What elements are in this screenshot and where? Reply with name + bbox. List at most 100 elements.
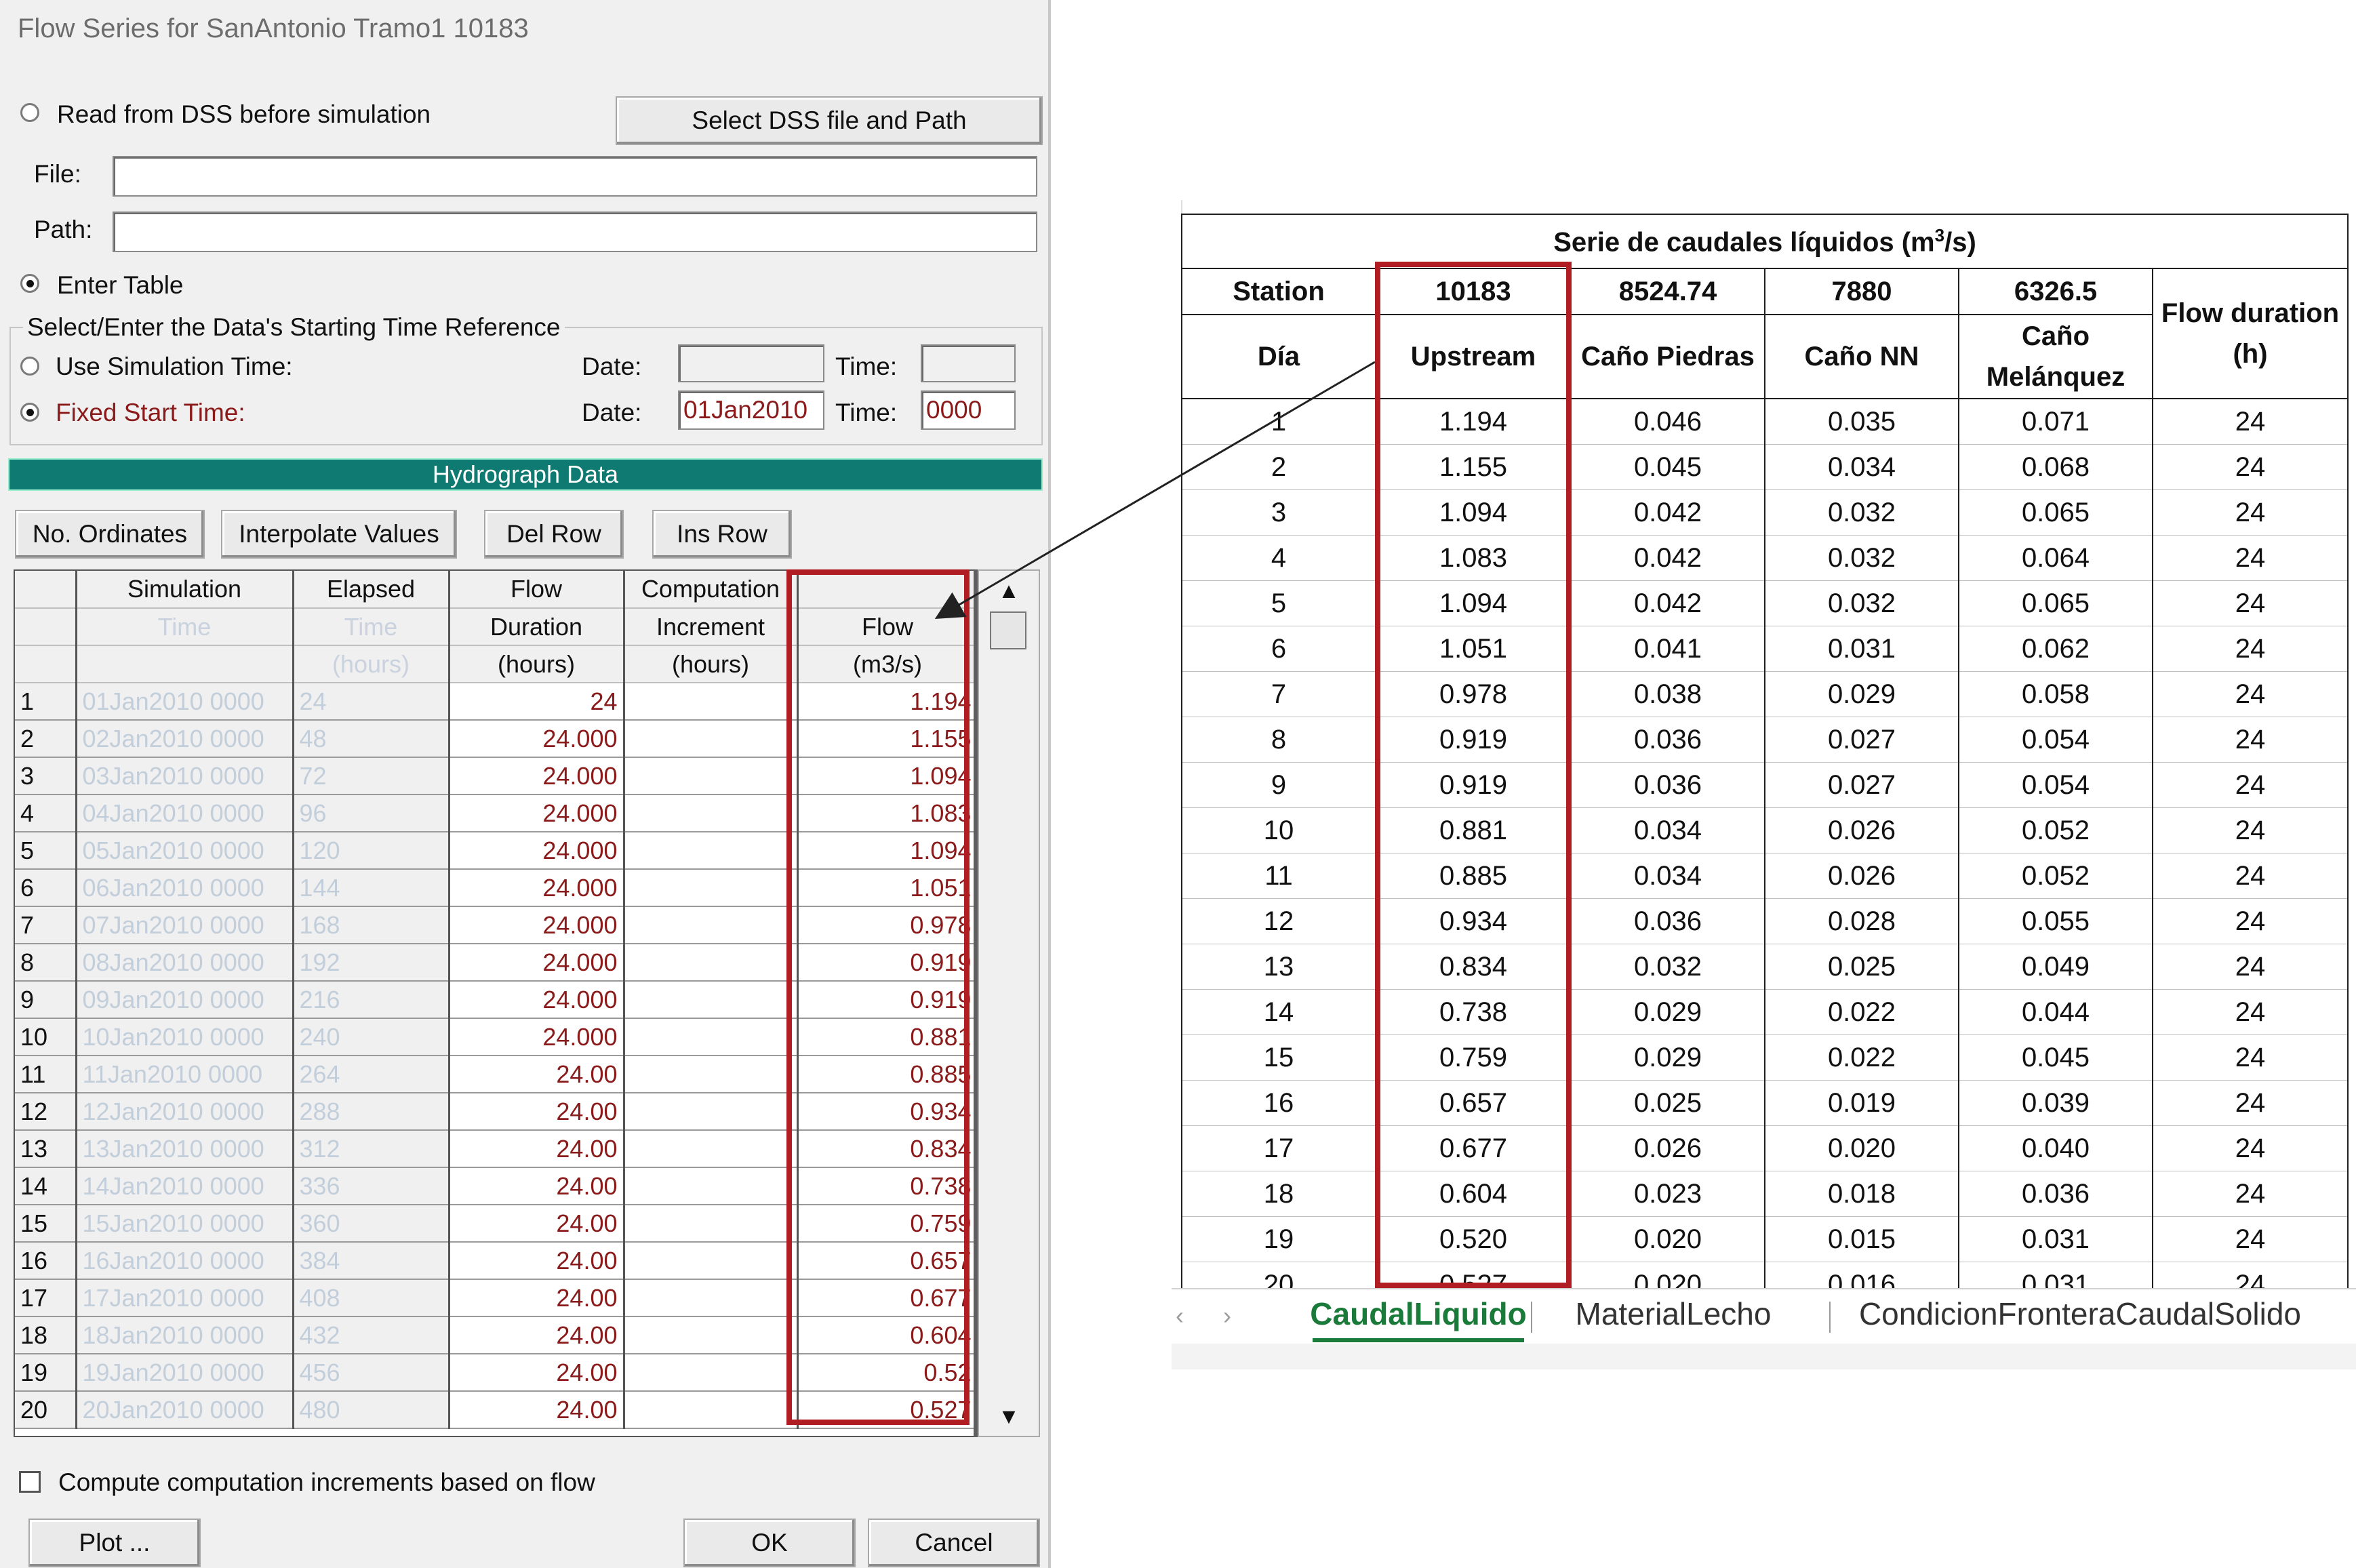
grid-cell-dur[interactable]: 24.000 xyxy=(449,906,625,944)
grid-cell-dur[interactable]: 24.00 xyxy=(449,1391,625,1429)
table-row[interactable]: 15 0.759 0.029 0.022 0.045 24 xyxy=(1181,1034,2349,1081)
station-cell[interactable]: 6326.5 xyxy=(1958,268,2153,315)
table-row[interactable]: 16 16Jan2010 0000 384 24.00 0.657 xyxy=(15,1242,975,1280)
grid-cell-flow[interactable]: 0.657 xyxy=(797,1242,975,1280)
grid-cell-dur[interactable]: 24.000 xyxy=(449,869,625,907)
grid-cell-flow[interactable]: 1.194 xyxy=(797,683,975,721)
value-cell[interactable]: 0.604 xyxy=(1375,1171,1572,1217)
ok-button[interactable]: OK xyxy=(683,1519,856,1567)
value-cell[interactable]: 0.055 xyxy=(1958,898,2153,944)
grid-cell-inc[interactable] xyxy=(624,1018,799,1056)
day-cell[interactable]: 15 xyxy=(1181,1034,1376,1081)
table-row[interactable]: 3 03Jan2010 0000 72 24.000 1.094 xyxy=(15,757,975,795)
value-cell[interactable]: 0.022 xyxy=(1764,989,1959,1035)
table-row[interactable]: 6 1.051 0.041 0.031 0.062 24 xyxy=(1181,626,2349,672)
value-cell[interactable]: 1.083 xyxy=(1375,535,1572,581)
value-cell[interactable]: 0.025 xyxy=(1570,1080,1765,1126)
value-cell[interactable]: 0.034 xyxy=(1570,853,1765,899)
table-row[interactable]: 18 0.604 0.023 0.018 0.036 24 xyxy=(1181,1171,2349,1217)
value-cell[interactable]: 0.520 xyxy=(1375,1216,1572,1262)
grid-cell-flow[interactable]: 1.094 xyxy=(797,832,975,870)
value-cell[interactable]: 0.044 xyxy=(1958,989,2153,1035)
value-cell[interactable]: 0.919 xyxy=(1375,717,1572,763)
day-cell[interactable]: 6 xyxy=(1181,626,1376,672)
value-cell[interactable]: 0.036 xyxy=(1570,898,1765,944)
value-cell[interactable]: 0.052 xyxy=(1958,853,2153,899)
fixed-time-field[interactable]: 0000 xyxy=(921,390,1016,430)
table-row[interactable]: 19 0.520 0.020 0.015 0.031 24 xyxy=(1181,1216,2349,1262)
use-simulation-time-radio[interactable] xyxy=(20,357,39,376)
day-cell[interactable]: 14 xyxy=(1181,989,1376,1035)
day-cell[interactable]: 11 xyxy=(1181,853,1376,899)
value-cell[interactable]: 0.045 xyxy=(1570,444,1765,490)
value-cell[interactable]: 0.062 xyxy=(1958,626,2153,672)
read-dss-radio[interactable] xyxy=(20,103,39,122)
grid-cell-dur[interactable]: 24.00 xyxy=(449,1242,625,1280)
value-cell[interactable]: 24 xyxy=(2152,1125,2349,1171)
grid-cell-flow[interactable]: 0.919 xyxy=(797,944,975,982)
grid-cell-inc[interactable] xyxy=(624,869,799,907)
value-cell[interactable]: 0.039 xyxy=(1958,1080,2153,1126)
scroll-thumb[interactable] xyxy=(990,611,1026,649)
tab-condicionfronteracaudalsolido[interactable]: CondicionFronteraCaudalSolido xyxy=(1843,1289,2317,1338)
value-cell[interactable]: 0.028 xyxy=(1764,898,1959,944)
reach-name-cell[interactable]: Caño NN xyxy=(1764,314,1959,399)
value-cell[interactable]: 0.032 xyxy=(1764,535,1959,581)
table-row[interactable]: 9 0.919 0.036 0.027 0.054 24 xyxy=(1181,762,2349,808)
day-cell[interactable]: 1 xyxy=(1181,398,1376,445)
day-cell[interactable]: 10 xyxy=(1181,807,1376,853)
grid-cell-flow[interactable]: 1.051 xyxy=(797,869,975,907)
grid-cell-dur[interactable]: 24.00 xyxy=(449,1056,625,1093)
grid-cell-dur[interactable]: 24.00 xyxy=(449,1167,625,1205)
grid-cell-dur[interactable]: 24.000 xyxy=(449,832,625,870)
table-row[interactable]: 13 13Jan2010 0000 312 24.00 0.834 xyxy=(15,1130,975,1168)
table-row[interactable]: 14 0.738 0.029 0.022 0.044 24 xyxy=(1181,989,2349,1035)
interpolate-values-button[interactable]: Interpolate Values xyxy=(221,510,457,559)
value-cell[interactable]: 0.064 xyxy=(1958,535,2153,581)
value-cell[interactable]: 0.071 xyxy=(1958,398,2153,445)
value-cell[interactable]: 0.029 xyxy=(1570,989,1765,1035)
value-cell[interactable]: 24 xyxy=(2152,717,2349,763)
value-cell[interactable]: 24 xyxy=(2152,944,2349,990)
table-row[interactable]: 5 05Jan2010 0000 120 24.000 1.094 xyxy=(15,832,975,870)
grid-cell-inc[interactable] xyxy=(624,1354,799,1392)
grid-cell-dur[interactable]: 24.000 xyxy=(449,720,625,758)
grid-cell-dur[interactable]: 24 xyxy=(449,683,625,721)
grid-cell-flow[interactable]: 0.677 xyxy=(797,1279,975,1317)
value-cell[interactable]: 0.025 xyxy=(1764,944,1959,990)
table-row[interactable]: 8 0.919 0.036 0.027 0.054 24 xyxy=(1181,717,2349,763)
cancel-button[interactable]: Cancel xyxy=(868,1519,1040,1567)
grid-cell-dur[interactable]: 24.00 xyxy=(449,1205,625,1243)
grid-cell-dur[interactable]: 24.00 xyxy=(449,1316,625,1354)
value-cell[interactable]: 24 xyxy=(2152,398,2349,445)
day-cell[interactable]: 8 xyxy=(1181,717,1376,763)
value-cell[interactable]: 0.052 xyxy=(1958,807,2153,853)
grid-cell-inc[interactable] xyxy=(624,757,799,795)
grid-cell-inc[interactable] xyxy=(624,906,799,944)
value-cell[interactable]: 1.094 xyxy=(1375,489,1572,536)
fixed-date-field[interactable]: 01Jan2010 xyxy=(678,390,824,430)
reach-name-cell[interactable]: Upstream xyxy=(1375,314,1572,399)
grid-cell-flow[interactable]: 0.604 xyxy=(797,1316,975,1354)
value-cell[interactable]: 0.034 xyxy=(1764,444,1959,490)
grid-cell-dur[interactable]: 24.000 xyxy=(449,795,625,832)
grid-cell-dur[interactable]: 24.00 xyxy=(449,1279,625,1317)
value-cell[interactable]: 0.065 xyxy=(1958,489,2153,536)
dia-header[interactable]: Día xyxy=(1181,314,1376,399)
value-cell[interactable]: 0.020 xyxy=(1570,1216,1765,1262)
value-cell[interactable]: 0.934 xyxy=(1375,898,1572,944)
table-row[interactable]: 4 04Jan2010 0000 96 24.000 1.083 xyxy=(15,795,975,832)
value-cell[interactable]: 0.031 xyxy=(1958,1216,2153,1262)
station-cell[interactable]: 7880 xyxy=(1764,268,1959,315)
table-row[interactable]: 2 1.155 0.045 0.034 0.068 24 xyxy=(1181,444,2349,490)
value-cell[interactable]: 0.032 xyxy=(1764,489,1959,536)
grid-cell-dur[interactable]: 24.00 xyxy=(449,1093,625,1131)
day-cell[interactable]: 9 xyxy=(1181,762,1376,808)
grid-cell-dur[interactable]: 24.000 xyxy=(449,757,625,795)
grid-cell-inc[interactable] xyxy=(624,1279,799,1317)
grid-cell-flow[interactable]: 0.934 xyxy=(797,1093,975,1131)
tab-next-icon[interactable]: › xyxy=(1223,1302,1231,1330)
table-row[interactable]: 1 1.194 0.046 0.035 0.071 24 xyxy=(1181,398,2349,445)
station-label-cell[interactable]: Station xyxy=(1181,268,1376,315)
compute-increments-checkbox[interactable] xyxy=(19,1471,41,1493)
